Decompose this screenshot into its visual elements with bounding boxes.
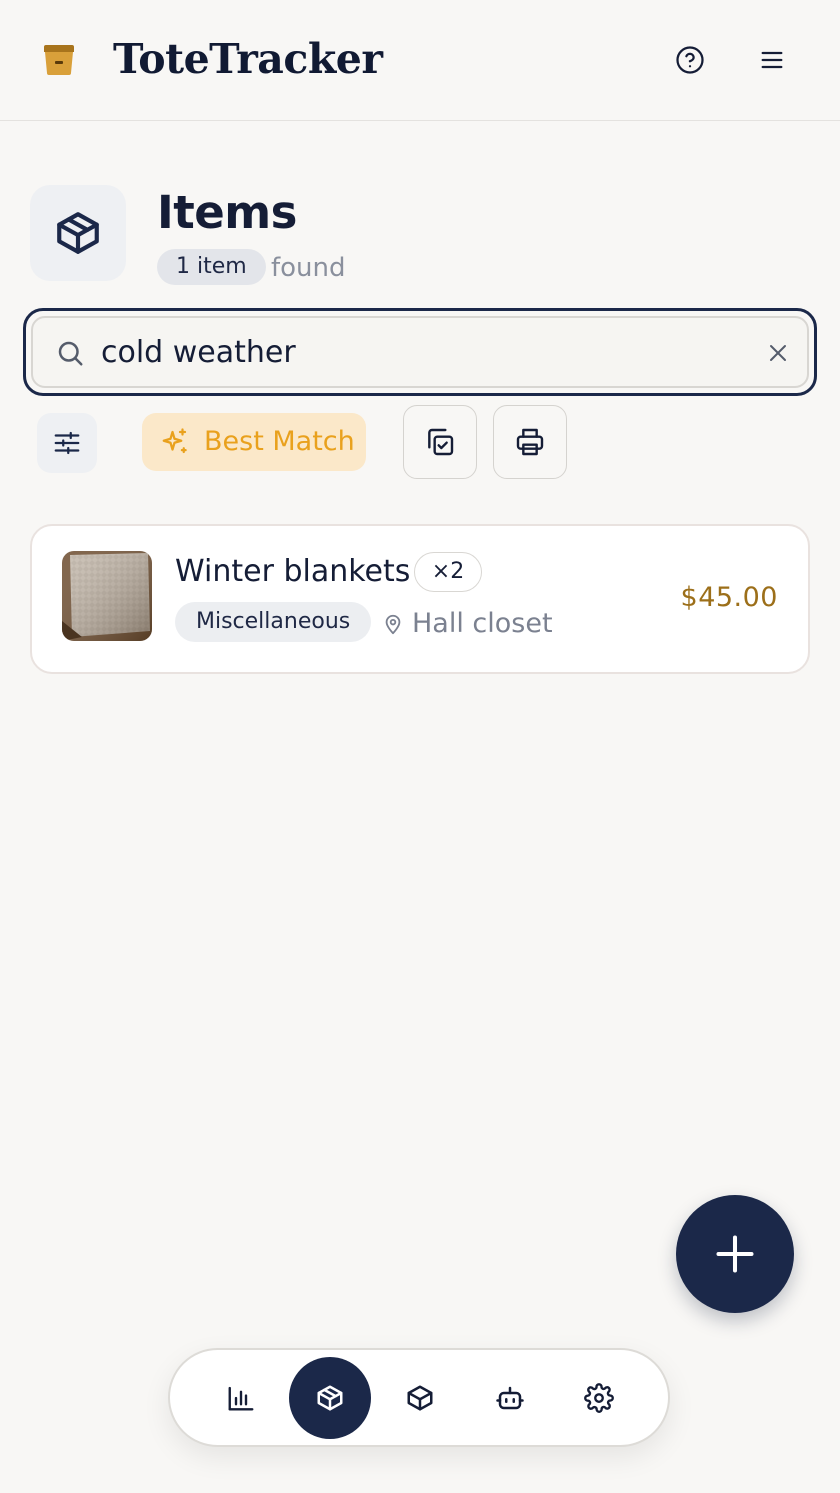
package-icon bbox=[317, 1385, 343, 1411]
printer-icon bbox=[516, 428, 544, 456]
nav-boxes[interactable] bbox=[379, 1357, 461, 1439]
blanket-photo bbox=[62, 551, 152, 641]
help-circle-icon bbox=[676, 46, 704, 74]
multi-select-icon bbox=[428, 428, 454, 456]
menu-button[interactable] bbox=[752, 40, 792, 80]
add-item-button[interactable] bbox=[676, 1195, 794, 1313]
item-name: Winter blankets bbox=[175, 554, 411, 589]
sort-label: Best Match bbox=[204, 426, 355, 457]
robot-icon bbox=[496, 1386, 524, 1410]
nav-assistant[interactable] bbox=[469, 1357, 551, 1439]
search-icon bbox=[58, 341, 83, 366]
search-input[interactable]: cold weather bbox=[101, 333, 296, 373]
tote-box-icon bbox=[42, 44, 76, 76]
sliders-icon bbox=[54, 431, 80, 455]
print-button[interactable] bbox=[493, 405, 567, 479]
hamburger-menu-icon bbox=[761, 51, 783, 69]
category-chip: Miscellaneous bbox=[175, 602, 372, 642]
gear-icon bbox=[584, 1383, 614, 1413]
nav-items[interactable] bbox=[289, 1357, 371, 1439]
search-field[interactable]: cold weather bbox=[31, 316, 809, 388]
found-label: found bbox=[271, 253, 346, 283]
multi-select-button[interactable] bbox=[403, 405, 477, 479]
nav-settings[interactable] bbox=[558, 1357, 640, 1439]
map-pin-icon bbox=[385, 614, 401, 635]
app-title: ToteTracker bbox=[113, 35, 383, 83]
item-count-badge: 1 item bbox=[157, 249, 266, 285]
plus-icon bbox=[716, 1235, 754, 1273]
sort-best-match-button[interactable]: Best Match bbox=[142, 413, 366, 471]
help-button[interactable] bbox=[670, 40, 710, 80]
page-icon-tile bbox=[30, 185, 126, 281]
quantity-badge: ×2 bbox=[414, 552, 482, 592]
item-price: $45.00 bbox=[680, 582, 778, 613]
bottom-nav bbox=[168, 1348, 670, 1447]
item-location: Hall closet bbox=[382, 604, 553, 644]
package-icon bbox=[57, 212, 99, 254]
sparkle-icon bbox=[162, 428, 187, 454]
nav-stats[interactable] bbox=[200, 1357, 282, 1439]
page-title: Items bbox=[157, 186, 297, 239]
search-bar: cold weather bbox=[23, 308, 817, 396]
filters-button[interactable] bbox=[37, 413, 97, 473]
box-icon bbox=[407, 1385, 433, 1411]
top-bar: ToteTracker bbox=[0, 0, 840, 121]
location-label: Hall closet bbox=[412, 608, 553, 639]
item-card[interactable]: Winter blankets ×2 Miscellaneous Hall cl… bbox=[30, 524, 810, 674]
clear-search-button[interactable] bbox=[763, 338, 793, 368]
close-icon bbox=[770, 345, 786, 361]
bar-chart-icon bbox=[228, 1386, 254, 1411]
